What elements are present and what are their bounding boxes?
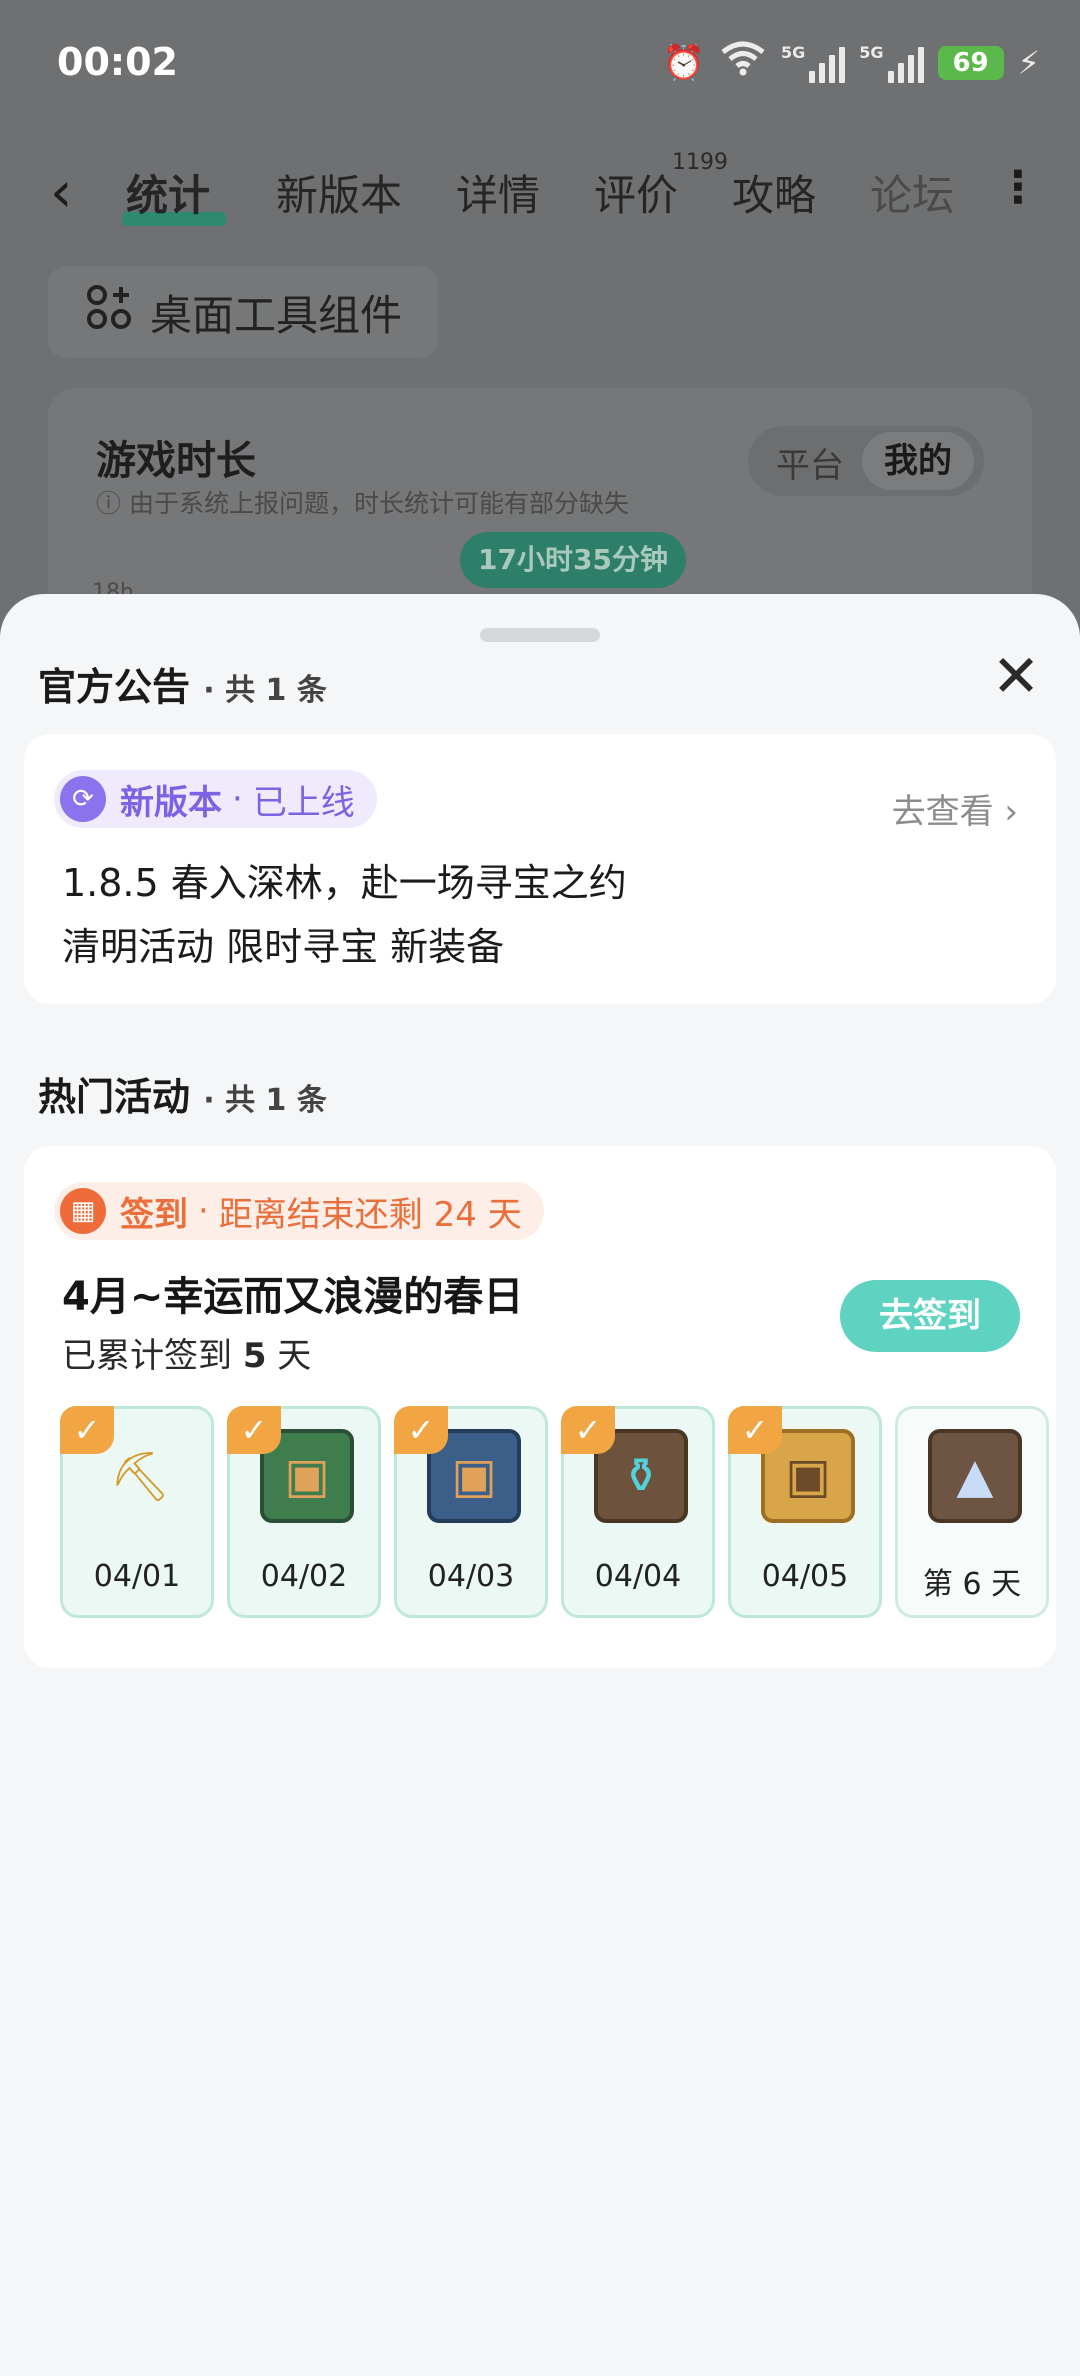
activities-count: 共 1 条 <box>225 1083 327 1118</box>
announcements-count: 共 1 条 <box>225 673 327 708</box>
source-toggle[interactable]: 平台 我的 <box>748 426 984 496</box>
tab-bar: ‹ 统计 新版本 详情 评价 1199 攻略 论坛 ⋮ <box>0 150 1080 240</box>
event-title: 4月~幸运而又浪漫的春日 <box>62 1274 524 1320</box>
sheet-grabber[interactable] <box>480 628 600 642</box>
announcement-line-1: 1.8.5 春入深林，赴一场寻宝之约 <box>62 861 627 905</box>
check-icon: ✓ <box>394 1406 448 1454</box>
back-icon[interactable]: ‹ <box>50 160 94 226</box>
charging-icon: ⚡ <box>1017 43 1040 82</box>
battery-icon: 69 <box>937 45 1004 80</box>
tab-details[interactable]: 详情 <box>456 162 540 223</box>
tab-new-version[interactable]: 新版本 <box>276 162 402 223</box>
widget-grid-icon <box>86 284 132 341</box>
review-count-badge: 1199 <box>672 150 728 175</box>
desktop-widget-label: 桌面工具组件 <box>150 290 403 340</box>
wifi-icon <box>719 40 767 85</box>
signin-day[interactable]: ⛏ ✓ 04/01 <box>60 1406 214 1618</box>
playtime-title: 游戏时长 <box>96 438 256 484</box>
status-time: 00:02 <box>57 40 178 84</box>
more-icon[interactable]: ⋮ <box>996 162 1040 213</box>
check-icon: ✓ <box>561 1406 615 1454</box>
signal-icon: 5G <box>781 43 846 83</box>
desktop-widget-button[interactable]: 桌面工具组件 <box>48 266 438 358</box>
signin-pill: ▦ 签到 · 距离结束还剩 24 天 <box>54 1182 544 1240</box>
signal-icon: 5G <box>859 43 924 83</box>
announcement-card[interactable]: ⟳ 新版本 · 已上线 去查看 › 1.8.5 春入深林，赴一场寻宝之约 清明活… <box>24 734 1056 1004</box>
info-icon: ⓘ <box>96 489 129 518</box>
bottom-sheet: 官方公告 · 共 1 条 ✕ ⟳ 新版本 · 已上线 去查看 › 1.8.5 春… <box>0 594 1080 2376</box>
toggle-mine[interactable]: 我的 <box>862 432 974 490</box>
signin-day[interactable]: ▣ ✓ 04/05 <box>728 1406 882 1618</box>
alarm-icon: ⏰ <box>662 42 705 83</box>
signin-button[interactable]: 去签到 <box>840 1280 1020 1352</box>
activities-heading: 热门活动 · 共 1 条 <box>38 1075 327 1119</box>
signin-day[interactable]: ⚱ ✓ 04/04 <box>561 1406 715 1618</box>
tab-forum[interactable]: 论坛 <box>870 162 954 223</box>
tab-stats[interactable]: 统计 <box>126 162 210 223</box>
view-link[interactable]: 去查看 › <box>892 784 1018 833</box>
check-icon: ✓ <box>728 1406 782 1454</box>
tab-guides[interactable]: 攻略 <box>732 162 816 223</box>
chevron-right-icon: › <box>993 792 1018 832</box>
check-icon: ✓ <box>227 1406 281 1454</box>
signin-days-row[interactable]: ⛏ ✓ 04/01 ▣ ✓ 04/02 ▣ ✓ 04/03 ⚱ ✓ 04/04 … <box>60 1406 1056 1622</box>
toggle-platform[interactable]: 平台 <box>776 438 844 487</box>
signin-day[interactable]: ▲ 第 6 天 <box>895 1406 1049 1618</box>
announcement-line-2: 清明活动 限时寻宝 新装备 <box>62 925 505 969</box>
tab-reviews[interactable]: 评价 <box>594 162 678 223</box>
calendar-icon: ▦ <box>60 1188 106 1234</box>
total-time-bubble: 17小时35分钟 <box>460 532 686 588</box>
status-icons: ⏰ 5G 5G 69 ⚡ <box>663 40 1040 85</box>
signin-progress: 已累计签到 5 天 <box>62 1336 312 1376</box>
signin-activity-card[interactable]: ▦ 签到 · 距离结束还剩 24 天 4月~幸运而又浪漫的春日 已累计签到 5 … <box>24 1146 1056 1668</box>
signin-day[interactable]: ▣ ✓ 04/02 <box>227 1406 381 1618</box>
close-icon[interactable]: ✕ <box>988 647 1044 705</box>
status-bar: 00:02 ⏰ 5G 5G 69 ⚡ <box>0 0 1080 130</box>
playtime-note: ⓘ 由于系统上报问题，时长统计可能有部分缺失 <box>96 489 629 518</box>
version-pill: ⟳ 新版本 · 已上线 <box>54 770 377 828</box>
crystal-icon: ▲ <box>928 1429 1022 1523</box>
announcements-heading: 官方公告 · 共 1 条 <box>38 665 327 709</box>
refresh-icon: ⟳ <box>60 776 106 822</box>
signin-day[interactable]: ▣ ✓ 04/03 <box>394 1406 548 1618</box>
check-icon: ✓ <box>60 1406 114 1454</box>
